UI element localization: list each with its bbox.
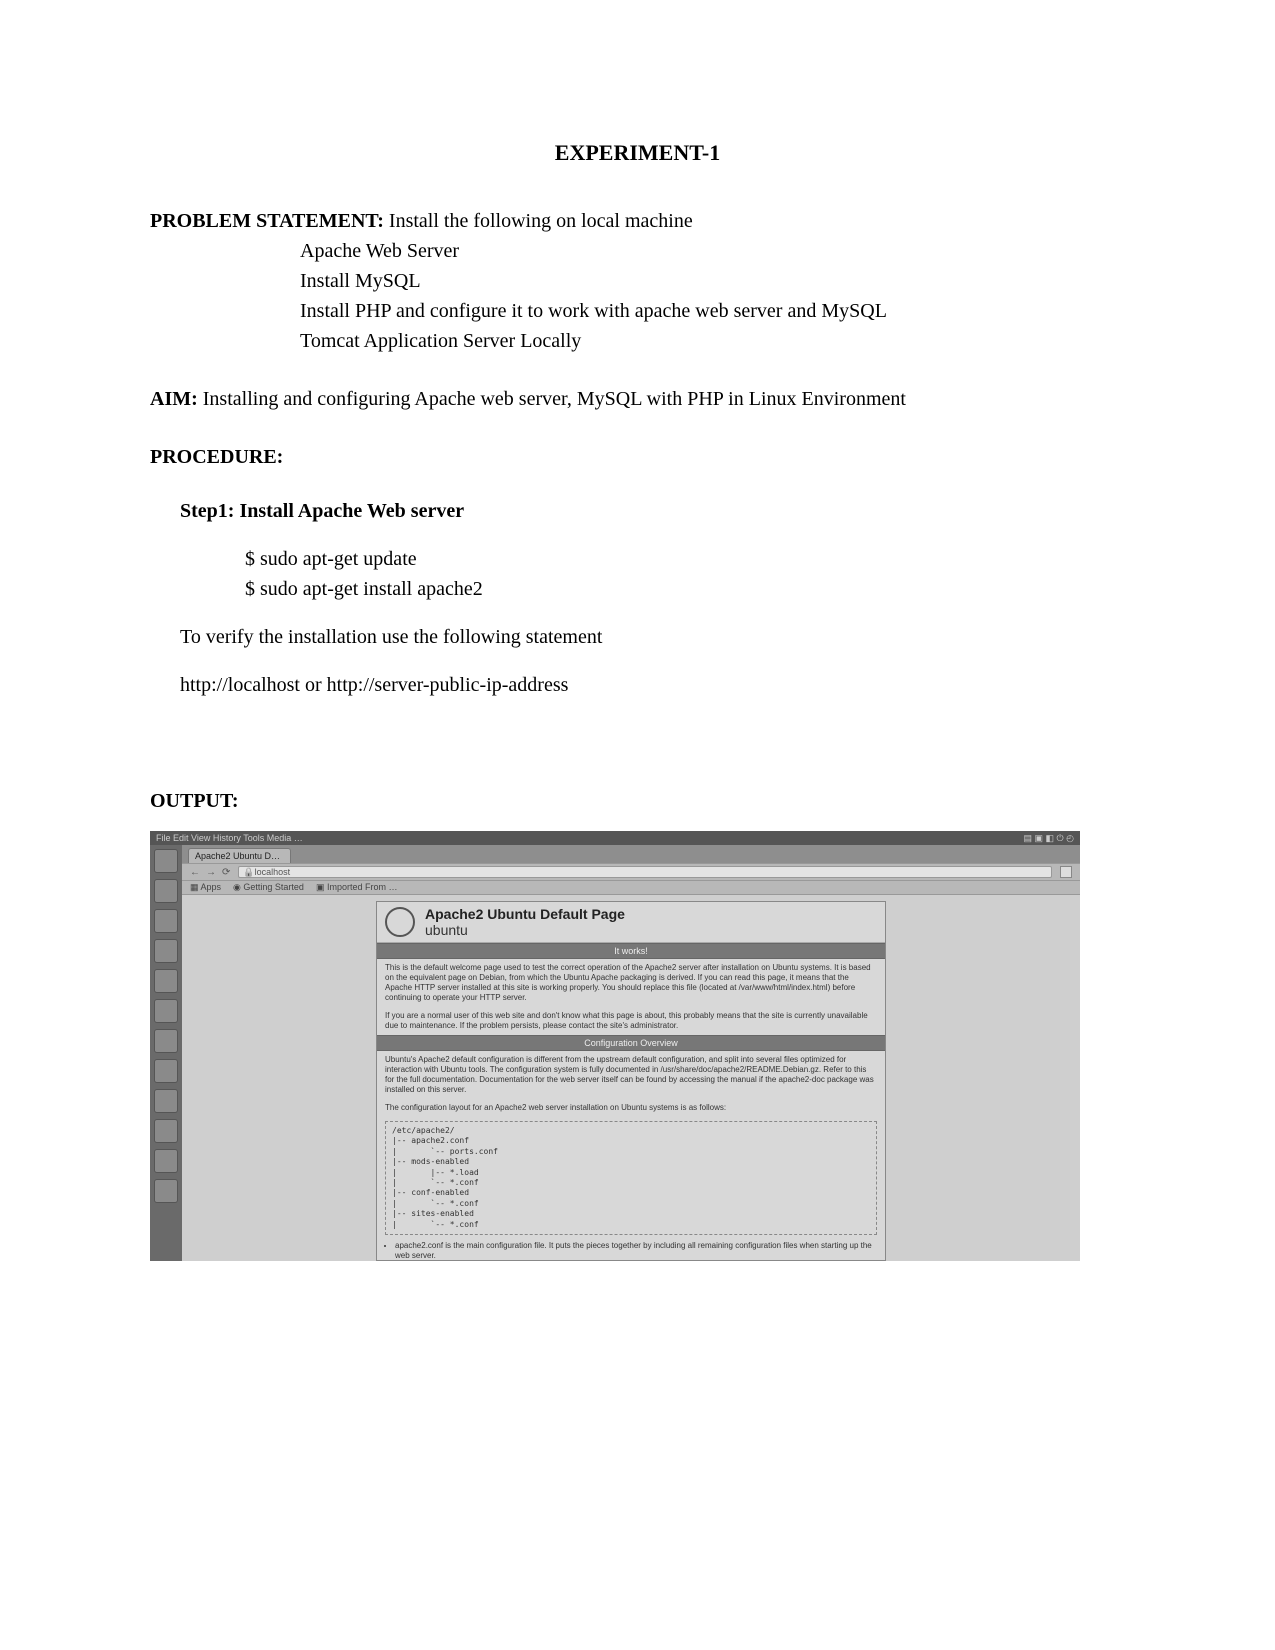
bullet-item: apache2.conf is the main configuration f…: [395, 1241, 877, 1261]
browser-window: Apache2 Ubuntu D… ← → ⟳ 🔒 localhost ▦ Ap…: [182, 845, 1080, 1261]
aim: AIM: Installing and configuring Apache w…: [150, 384, 1125, 414]
browser-menu-icon[interactable]: [1060, 866, 1072, 878]
procedure-label: PROCEDURE:: [150, 442, 1125, 472]
aim-label: AIM:: [150, 388, 198, 410]
verify-text: To verify the installation use the follo…: [150, 622, 1125, 652]
verify-link: http://localhost or http://server-public…: [150, 670, 1125, 700]
problem-item: Install PHP and configure it to work wit…: [150, 296, 1125, 326]
desktop-topbar: File Edit View History Tools Media … ▤ ▣…: [150, 831, 1080, 845]
bookmarks-bar: ▦ Apps ◉ Getting Started ▣ Imported From…: [182, 881, 1080, 895]
topbar-menus: File Edit View History Tools Media …: [156, 833, 303, 843]
bookmark-item[interactable]: ◉ Getting Started: [233, 882, 304, 893]
section-bar: Configuration Overview: [377, 1035, 885, 1051]
problem-intro: Install the following on local machine: [384, 210, 693, 232]
address-input[interactable]: 🔒 localhost: [238, 866, 1052, 878]
ubuntu-word: ubuntu: [425, 922, 625, 938]
problem-item: Install MySQL: [150, 266, 1125, 296]
ubuntu-logo-icon: [385, 907, 415, 937]
url-text: localhost: [255, 867, 291, 877]
config-paragraph: Ubuntu's Apache2 default configuration i…: [377, 1051, 885, 1099]
launcher-icon[interactable]: [154, 1089, 178, 1113]
launcher-icon[interactable]: [154, 909, 178, 933]
problem-statement: PROBLEM STATEMENT: Install the following…: [150, 206, 1125, 356]
launcher-icon[interactable]: [154, 1059, 178, 1083]
bookmark-item[interactable]: ▦ Apps: [190, 882, 221, 893]
problem-item: Tomcat Application Server Locally: [150, 326, 1125, 356]
problem-item: Apache Web Server: [150, 236, 1125, 266]
experiment-title: EXPERIMENT-1: [150, 140, 1125, 166]
launcher-icon[interactable]: [154, 999, 178, 1023]
launcher-icon[interactable]: [154, 1149, 178, 1173]
tab-bar: Apache2 Ubuntu D…: [182, 845, 1080, 863]
command: $ sudo apt-get install apache2: [150, 574, 1125, 604]
page-title: Apache2 Ubuntu Default Page: [425, 906, 625, 922]
aim-text: Installing and configuring Apache web se…: [198, 388, 906, 410]
topbar-indicators: ▤ ▣ ◧ ⏻ ◴: [1024, 833, 1074, 844]
output-label: OUTPUT:: [150, 790, 1125, 813]
config-tree: /etc/apache2/ |-- apache2.conf | `-- por…: [385, 1121, 877, 1235]
launcher-icon[interactable]: [154, 879, 178, 903]
config-bullets: apache2.conf is the main configuration f…: [377, 1239, 885, 1261]
output-screenshot: File Edit View History Tools Media … ▤ ▣…: [150, 831, 1080, 1261]
launcher-icon[interactable]: [154, 1119, 178, 1143]
url-bar: ← → ⟳ 🔒 localhost: [182, 863, 1080, 881]
forward-icon[interactable]: →: [206, 867, 216, 878]
launcher: [150, 845, 182, 1261]
launcher-icon[interactable]: [154, 1029, 178, 1053]
launcher-icon[interactable]: [154, 1179, 178, 1203]
bookmark-item[interactable]: ▣ Imported From …: [316, 882, 398, 893]
launcher-icon[interactable]: [154, 849, 178, 873]
step1-title: Step1: Install Apache Web server: [150, 496, 1125, 526]
launcher-icon[interactable]: [154, 939, 178, 963]
welcome-paragraph: If you are a normal user of this web sit…: [377, 1007, 885, 1035]
command: $ sudo apt-get update: [150, 544, 1125, 574]
problem-label: PROBLEM STATEMENT:: [150, 210, 384, 232]
config-paragraph: The configuration layout for an Apache2 …: [377, 1099, 885, 1117]
welcome-paragraph: This is the default welcome page used to…: [377, 959, 885, 1007]
section-bar: It works!: [377, 943, 885, 959]
apache-card: Apache2 Ubuntu Default Page ubuntu It wo…: [376, 901, 886, 1261]
launcher-icon[interactable]: [154, 969, 178, 993]
procedure: PROCEDURE: Step1: Install Apache Web ser…: [150, 442, 1125, 700]
browser-tab[interactable]: Apache2 Ubuntu D…: [188, 848, 291, 863]
back-icon[interactable]: ←: [190, 867, 200, 878]
page-content: Apache2 Ubuntu Default Page ubuntu It wo…: [182, 895, 1080, 1261]
reload-icon[interactable]: ⟳: [222, 867, 230, 878]
